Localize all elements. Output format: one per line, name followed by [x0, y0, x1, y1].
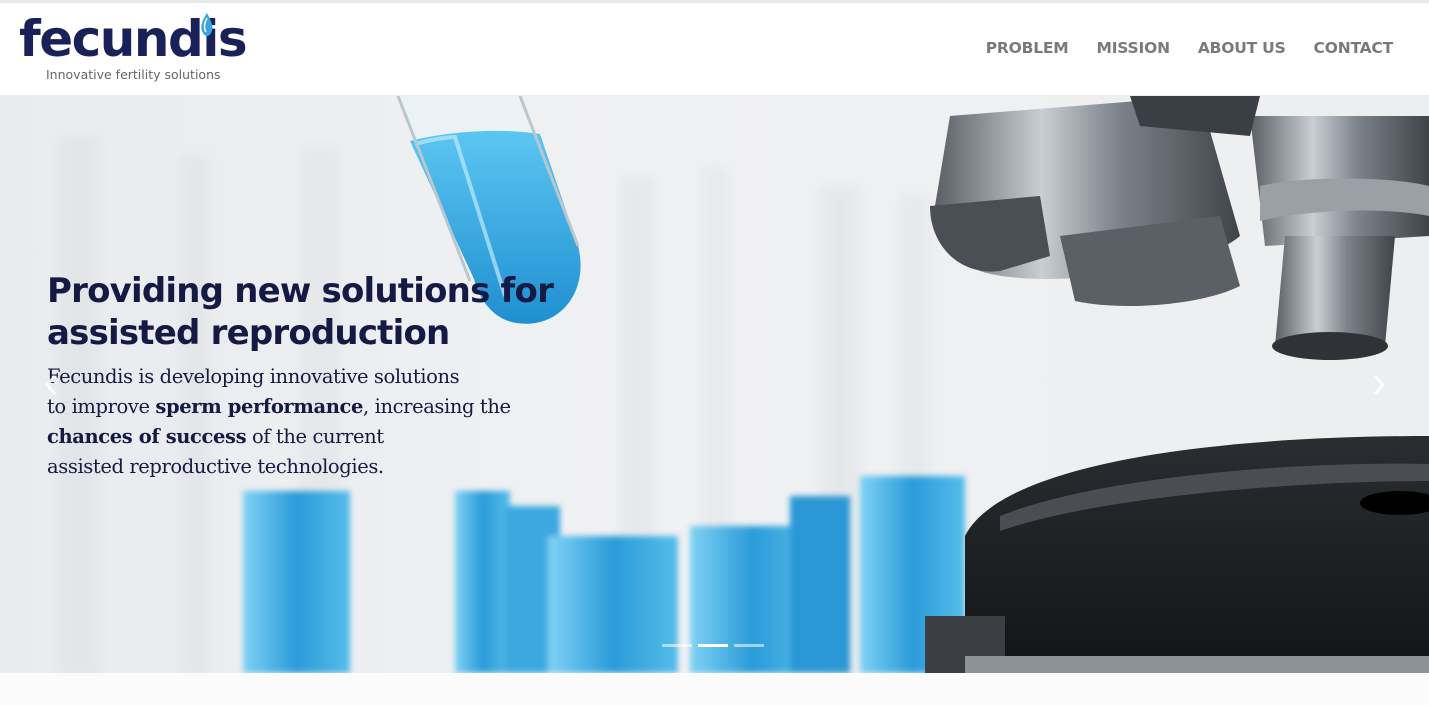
carousel-indicators — [662, 644, 764, 647]
hero-text-line2: to improve sperm performance, increasing… — [47, 392, 517, 422]
carousel-indicator-3[interactable] — [734, 644, 764, 647]
site-header: fecundis Innovative fertility solutions … — [0, 3, 1429, 96]
chevron-right-icon[interactable] — [1368, 370, 1390, 400]
hero-text-line3: chances of success of the current — [47, 422, 517, 452]
carousel-indicator-2[interactable] — [698, 644, 728, 647]
hero-text-fragment: , increasing the — [363, 395, 511, 418]
logo-tagline: Innovative fertility solutions — [46, 67, 221, 82]
hero-title-line1: Providing new solutions for — [47, 271, 554, 311]
hero-text-line1: Fecundis is developing innovative soluti… — [47, 365, 460, 388]
nav-item-problem[interactable]: PROBLEM — [986, 39, 1069, 57]
main-nav: PROBLEM MISSION ABOUT US CONTACT — [986, 39, 1393, 57]
nav-item-about-us[interactable]: ABOUT US — [1198, 39, 1286, 57]
hero-text-fragment: to improve — [47, 395, 156, 418]
carousel-indicator-1[interactable] — [662, 644, 692, 647]
hero-text-line4: assisted reproductive technologies. — [47, 455, 384, 478]
hero-text-highlight-chances-of-success: chances of success — [47, 425, 247, 448]
hero-title: Providing new solutions for assisted repr… — [47, 270, 567, 354]
hero-text-highlight-sperm-performance: sperm performance — [155, 395, 364, 418]
logo[interactable]: fecundis Innovative fertility solutions — [19, 9, 264, 89]
hero-description: Fecundis is developing innovative soluti… — [47, 362, 517, 482]
chevron-left-icon[interactable] — [40, 370, 62, 400]
hero-title-line2: assisted reproduction — [47, 313, 450, 353]
hero-carousel: Providing new solutions for assisted repr… — [0, 96, 1429, 673]
hero-text-fragment: of the current — [246, 425, 384, 448]
below-hero-section — [0, 673, 1429, 705]
droplet-icon — [201, 13, 213, 36]
nav-item-contact[interactable]: CONTACT — [1314, 39, 1394, 57]
nav-item-mission[interactable]: MISSION — [1097, 39, 1171, 57]
